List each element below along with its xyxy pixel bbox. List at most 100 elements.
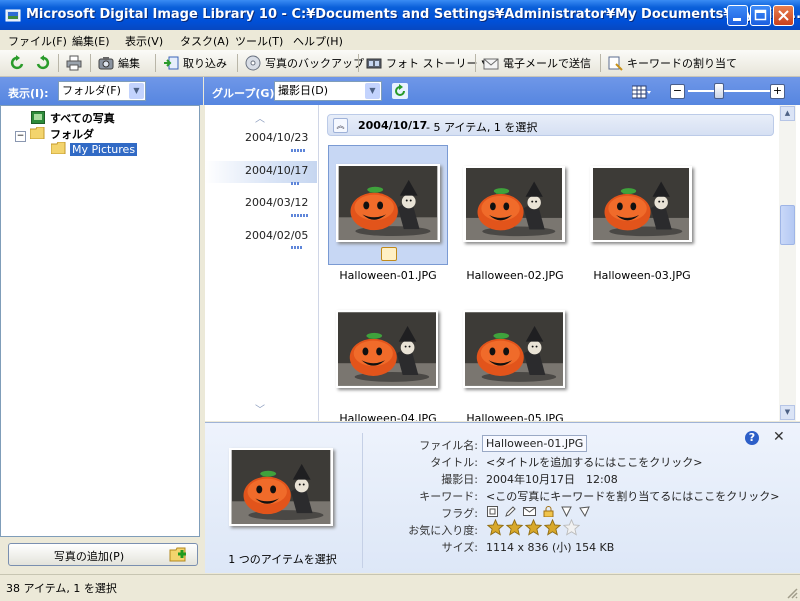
vertical-scrollbar[interactable]: ▲ ▼ [779, 105, 796, 421]
zoom-in-button[interactable]: + [770, 84, 785, 99]
refresh-icon[interactable] [392, 83, 408, 99]
add-photos-label: 写真の追加(P) [53, 550, 125, 563]
timeline-scroll-up-icon[interactable]: ︿ [255, 110, 265, 125]
add-folder-icon [169, 547, 186, 562]
chevron-down-icon: ▼ [365, 83, 380, 99]
resize-grip-icon[interactable] [786, 587, 798, 599]
email-label: 電子メールで送信 [503, 57, 591, 70]
filename-label: ファイル名: [419, 439, 478, 452]
size-value: 1114 x 836 (小) 154 KB [486, 541, 615, 554]
keyword-button[interactable]: キーワードの割り当て [607, 54, 737, 72]
title-value[interactable]: <タイトルを追加するにはここをクリック> [486, 454, 702, 470]
tree-item-folders[interactable]: − フォルダ [15, 126, 94, 142]
menu-view[interactable]: 表示(V) [125, 33, 163, 49]
zoom-slider-track[interactable] [688, 90, 772, 92]
thumbnail-image[interactable] [463, 166, 565, 242]
group-header[interactable]: ︽ 2004/10/17 - 5 アイテム, 1 を選択 [327, 114, 774, 136]
timeline-date[interactable]: 2004/10/23 [245, 131, 308, 144]
view-mode-icon[interactable] [632, 85, 652, 99]
rotate-left-icon [10, 55, 24, 70]
close-pane-icon[interactable]: ✕ [773, 429, 785, 445]
preview-image[interactable] [229, 448, 333, 526]
rotate-right-button[interactable] [34, 54, 54, 72]
film-icon [366, 58, 382, 69]
backup-button[interactable]: 写真のバックアップ [245, 54, 364, 72]
rating-label: お気に入り度: [408, 524, 478, 537]
print-button[interactable] [66, 54, 86, 72]
close-window-button[interactable] [773, 5, 794, 26]
thumbnail-image[interactable] [336, 164, 440, 242]
timeline-density-bar [291, 214, 308, 217]
group-select[interactable]: 撮影日(D) ▼ [274, 81, 382, 101]
edit-label: 編集 [118, 57, 140, 70]
group-select-value: 撮影日(D) [278, 84, 329, 97]
timeline-scroll-down-icon[interactable]: ﹀ [255, 401, 265, 416]
scroll-down-icon[interactable]: ▼ [780, 405, 795, 420]
rotate-left-button[interactable] [10, 54, 30, 72]
keyword-label: キーワードの割り当て [627, 57, 737, 70]
checkbox-flag-icon[interactable] [487, 505, 498, 517]
folder-icon [29, 126, 45, 140]
collapse-icon[interactable]: − [15, 131, 26, 142]
all-photos-icon [31, 111, 45, 124]
folder-icon [50, 141, 66, 155]
star-filled-icon[interactable] [487, 519, 504, 536]
app-icon [5, 9, 21, 22]
scroll-thumb[interactable] [780, 205, 795, 245]
status-bar: 38 アイテム, 1 を選択 [0, 574, 800, 601]
import-label: 取り込み [183, 57, 227, 70]
folder-tree: すべての写真 − フォルダ My Pictures [0, 105, 200, 537]
date-label: 撮影日: [441, 473, 478, 486]
close-icon [778, 10, 789, 21]
tree-item-all-photos[interactable]: すべての写真 [31, 110, 115, 126]
thumbnail-caption: Halloween-01.JPG [339, 269, 437, 282]
tree-item-my-pictures[interactable]: My Pictures [50, 141, 138, 156]
tag-flag-icon[interactable] [561, 506, 572, 517]
star-filled-icon[interactable] [506, 519, 523, 536]
thumbnail-image[interactable] [463, 310, 565, 388]
share-flag-icon[interactable] [579, 505, 590, 517]
menu-edit[interactable]: 編集(E) [72, 33, 110, 49]
thumbnail-image[interactable] [590, 166, 692, 242]
mail-flag-icon[interactable] [523, 506, 536, 517]
maximize-button[interactable] [750, 5, 771, 26]
pencil-flag-icon[interactable] [505, 505, 516, 517]
help-icon[interactable]: ? [745, 431, 759, 445]
thumbnail-caption: Halloween-03.JPG [593, 269, 691, 282]
minimize-button[interactable] [727, 5, 748, 26]
scroll-up-icon[interactable]: ▲ [780, 106, 795, 121]
star-empty-icon[interactable] [563, 519, 580, 536]
email-button[interactable]: 電子メールで送信 [483, 54, 591, 72]
filename-value[interactable]: Halloween-01.JPG [482, 435, 588, 452]
menu-help[interactable]: ヘルプ(H) [293, 33, 343, 49]
timeline-date[interactable]: 2004/03/12 [245, 196, 308, 209]
selection-note: 1 つのアイテムを選択 [228, 553, 337, 566]
import-button[interactable]: 取り込み [163, 54, 227, 72]
timeline-date[interactable]: 2004/02/05 [245, 229, 308, 242]
view-select[interactable]: フォルダ(F) ▼ [58, 81, 146, 101]
camera-edit-icon [98, 57, 114, 70]
lock-flag-icon[interactable] [543, 505, 554, 517]
menu-file[interactable]: ファイル(F) [8, 33, 67, 49]
date-value[interactable]: 2004年10月17日 12:08 [486, 471, 618, 487]
thumbnail-image[interactable] [336, 310, 438, 388]
cd-backup-icon [245, 55, 261, 71]
email-icon [483, 58, 499, 70]
lock-icon [381, 247, 397, 261]
photo-story-label: フォト ストーリー [386, 57, 478, 70]
keyword-value[interactable]: <この写真にキーワードを割り当てるにはここをクリック> [486, 488, 779, 504]
star-filled-icon[interactable] [525, 519, 542, 536]
star-filled-icon[interactable] [544, 519, 561, 536]
menu-task[interactable]: タスク(A) [180, 33, 229, 49]
zoom-slider-thumb[interactable] [714, 83, 724, 99]
collapse-group-icon[interactable]: ︽ [333, 118, 348, 133]
menu-tools[interactable]: ツール(T) [235, 33, 283, 49]
rating-stars[interactable] [487, 519, 580, 537]
add-photos-button[interactable]: 写真の追加(P) [8, 543, 198, 566]
edit-button[interactable]: 編集 [98, 54, 140, 72]
view-label: 表示(I): [8, 87, 49, 100]
photo-story-button[interactable]: フォト ストーリー▼ [366, 54, 487, 72]
zoom-out-button[interactable]: − [670, 84, 685, 99]
timeline-date[interactable]: 2004/10/17 [245, 164, 308, 177]
thumbnail-caption: Halloween-04.JPG [339, 412, 437, 421]
